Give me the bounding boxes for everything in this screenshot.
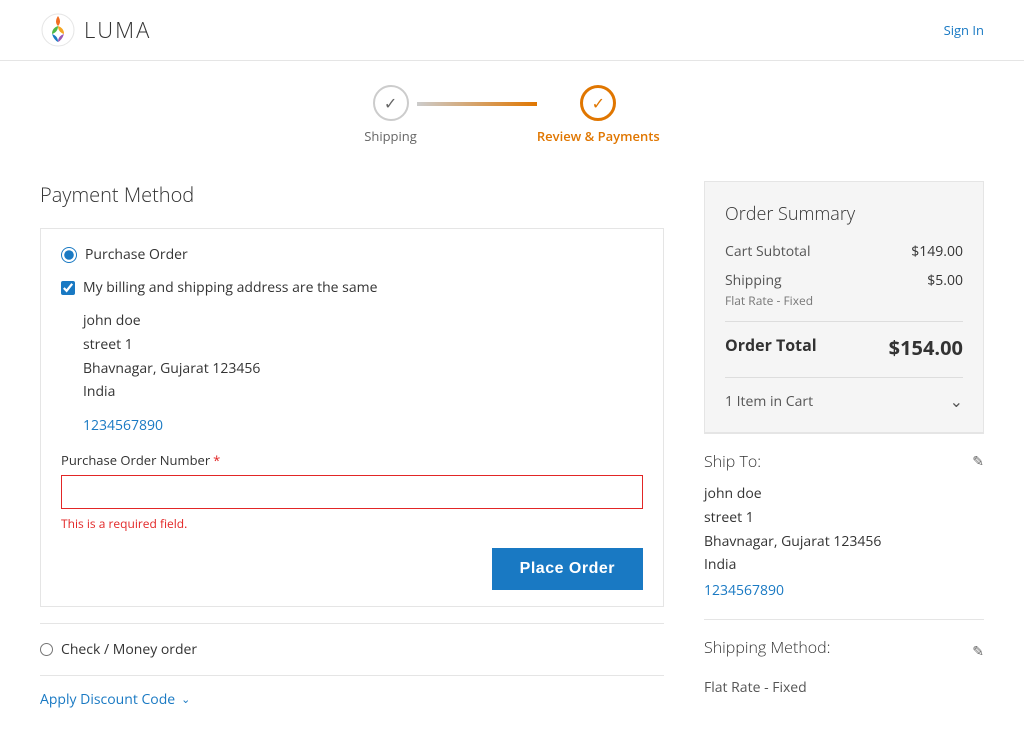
shipping-method-section: Shipping Method: ✎ Flat Rate - Fixed	[704, 619, 984, 713]
ship-to-name: john doe	[704, 482, 984, 506]
ship-to-city: Bhavnagar, Gujarat 123456	[704, 530, 984, 554]
progress-line	[417, 102, 537, 106]
payment-method-title: Payment Method	[40, 181, 664, 208]
required-field-message: This is a required field.	[61, 515, 643, 532]
shipping-value: $5.00	[927, 271, 963, 290]
order-summary-title: Order Summary	[725, 202, 963, 226]
order-summary-box: Order Summary Cart Subtotal $149.00 Ship…	[704, 181, 984, 433]
billing-address-country: India	[83, 380, 643, 404]
po-number-field-group: Purchase Order Number* This is a require…	[61, 451, 643, 532]
step-review-label: Review & Payments	[537, 127, 660, 145]
left-column: Payment Method Purchase Order My billing…	[40, 181, 664, 713]
shipping-method-header: Shipping Method: ✎	[704, 636, 984, 668]
item-cart-row[interactable]: 1 Item in Cart ⌄	[725, 377, 963, 412]
ship-to-country: India	[704, 553, 984, 577]
billing-address-street: street 1	[83, 333, 643, 357]
order-total-value: $154.00	[889, 334, 963, 361]
billing-address-name: john doe	[83, 309, 643, 333]
required-star: *	[213, 451, 220, 469]
apply-discount-toggle[interactable]: Apply Discount Code ⌄	[40, 690, 664, 709]
shipping-method-value: Flat Rate - Fixed	[704, 678, 984, 697]
cart-subtotal-value: $149.00	[911, 242, 963, 261]
billing-same-checkbox[interactable]	[61, 281, 75, 295]
po-number-input[interactable]	[61, 475, 643, 509]
step-review-circle: ✓	[580, 85, 616, 121]
step-shipping-circle: ✓	[373, 85, 409, 121]
ship-to-address: john doe street 1 Bhavnagar, Gujarat 123…	[704, 482, 984, 603]
ship-to-header: Ship To: ✎	[704, 450, 984, 472]
billing-address-block: john doe street 1 Bhavnagar, Gujarat 123…	[83, 309, 643, 404]
po-number-label: Purchase Order Number*	[61, 451, 643, 469]
logo: LUMA	[40, 12, 151, 48]
item-cart-label: 1 Item in Cart	[725, 392, 813, 411]
logo-text: LUMA	[84, 15, 151, 45]
check-money-radio[interactable]	[40, 643, 53, 656]
purchase-order-radio-row: Purchase Order	[61, 245, 643, 264]
billing-checkbox-label: My billing and shipping address are the …	[83, 278, 377, 297]
sign-in-link[interactable]: Sign In	[944, 21, 984, 39]
billing-checkbox-row: My billing and shipping address are the …	[61, 278, 643, 297]
item-cart-chevron-icon: ⌄	[950, 390, 963, 412]
ship-to-street: street 1	[704, 506, 984, 530]
cart-subtotal-label: Cart Subtotal	[725, 242, 811, 261]
place-order-row: Place Order	[61, 548, 643, 590]
order-total-row: Order Total $154.00	[725, 334, 963, 361]
billing-address-city: Bhavnagar, Gujarat 123456	[83, 357, 643, 381]
shipping-method-edit-icon[interactable]: ✎	[972, 642, 984, 661]
purchase-order-section: Purchase Order My billing and shipping a…	[40, 228, 664, 607]
check-money-section: Check / Money order	[40, 623, 664, 659]
main-content: Payment Method Purchase Order My billing…	[0, 161, 1024, 753]
shipping-method-title: Shipping Method:	[704, 636, 830, 658]
progress-bar: ✓ Shipping ✓ Review & Payments	[0, 61, 1024, 161]
shipping-sub-label: Flat Rate - Fixed	[725, 292, 813, 309]
purchase-order-radio[interactable]	[61, 247, 77, 263]
check-money-radio-row: Check / Money order	[40, 640, 664, 659]
luma-logo-icon	[40, 12, 76, 48]
purchase-order-label: Purchase Order	[85, 245, 188, 264]
cart-subtotal-row: Cart Subtotal $149.00	[725, 242, 963, 261]
shipping-label: Shipping	[725, 271, 813, 290]
billing-phone: 1234567890	[83, 416, 643, 435]
header: LUMA Sign In	[0, 0, 1024, 61]
ship-to-title: Ship To:	[704, 450, 761, 472]
place-order-button[interactable]: Place Order	[492, 548, 643, 590]
summary-divider	[725, 321, 963, 322]
check-money-label: Check / Money order	[61, 640, 197, 659]
step-shipping: ✓ Shipping	[364, 85, 417, 145]
shipping-row: Shipping Flat Rate - Fixed $5.00	[725, 271, 963, 309]
order-total-label: Order Total	[725, 334, 817, 361]
right-column: Order Summary Cart Subtotal $149.00 Ship…	[704, 181, 984, 713]
apply-discount-label: Apply Discount Code	[40, 690, 175, 709]
ship-to-section: Ship To: ✎ john doe street 1 Bhavnagar, …	[704, 433, 984, 619]
ship-to-phone: 1234567890	[704, 579, 984, 603]
step-review: ✓ Review & Payments	[537, 85, 660, 145]
chevron-down-icon: ⌄	[181, 692, 190, 707]
discount-section: Apply Discount Code ⌄	[40, 675, 664, 709]
ship-to-edit-icon[interactable]: ✎	[972, 452, 984, 471]
step-shipping-label: Shipping	[364, 127, 417, 145]
